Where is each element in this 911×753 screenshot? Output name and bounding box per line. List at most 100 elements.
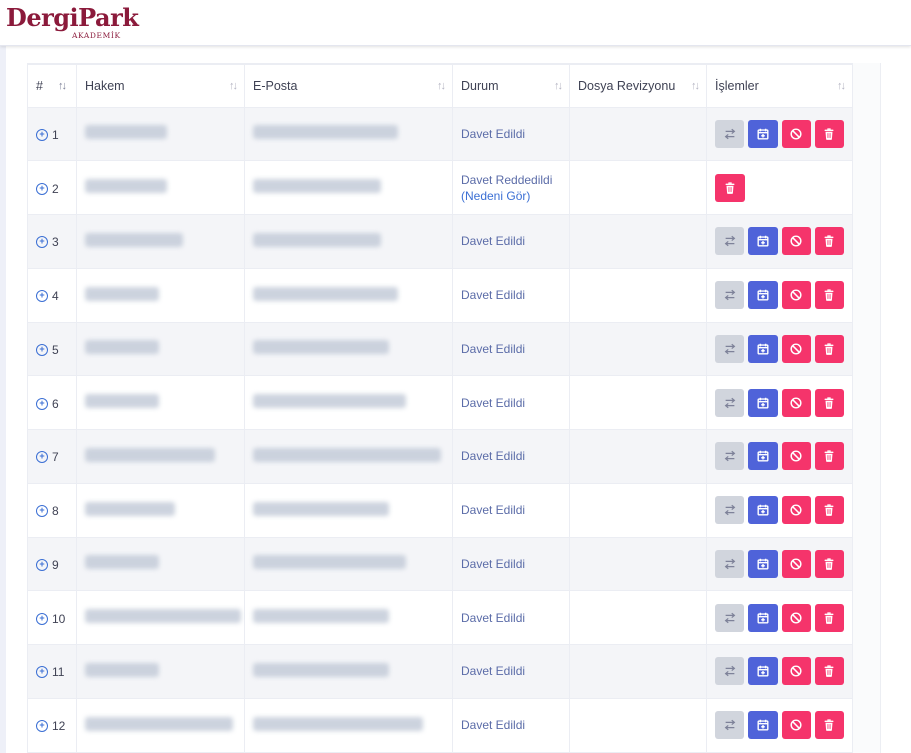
calendar-add-icon [756, 503, 770, 517]
trash-icon [822, 557, 836, 571]
reviewer-name-cell [76, 321, 245, 377]
cancel-invitation-button[interactable] [781, 227, 811, 256]
cancel-invitation-button[interactable] [781, 388, 811, 417]
sort-icon[interactable]: ↑↓ [554, 80, 563, 92]
see-reason-link[interactable]: (Nedeni Gör) [461, 188, 561, 204]
row-number: 9 [52, 557, 59, 572]
redacted-email [253, 555, 406, 570]
expand-row-icon[interactable]: + [36, 558, 48, 571]
row-num-cell: +1 [27, 106, 77, 162]
status-cell: Davet Edildi [452, 375, 570, 430]
actions-cell [706, 106, 853, 162]
cancel-invitation-button[interactable] [781, 334, 811, 363]
ban-icon [789, 449, 803, 463]
cancel-invitation-button[interactable] [781, 603, 811, 632]
extend-deadline-button[interactable] [748, 334, 778, 363]
header-num[interactable]: # ↑↓ [27, 63, 77, 108]
header-reviewer[interactable]: Hakem ↑↓ [76, 63, 245, 108]
delete-reviewer-button[interactable] [814, 657, 844, 686]
extend-deadline-button[interactable] [748, 442, 778, 471]
delete-reviewer-button[interactable] [814, 549, 844, 578]
swap-reviewer-button[interactable] [715, 388, 745, 417]
extend-deadline-button[interactable] [748, 657, 778, 686]
cancel-invitation-button[interactable] [781, 442, 811, 471]
expand-row-icon[interactable]: + [36, 451, 48, 464]
delete-reviewer-button[interactable] [715, 173, 745, 202]
dergipark-logo[interactable]: DergiPark AKADEMİK [6, 3, 139, 41]
sort-icon[interactable]: ↑↓ [691, 80, 700, 92]
delete-reviewer-button[interactable] [814, 496, 844, 525]
calendar-add-icon [756, 288, 770, 302]
extend-deadline-button[interactable] [748, 711, 778, 740]
expand-row-icon[interactable]: + [36, 182, 48, 195]
swap-reviewer-button[interactable] [715, 711, 745, 740]
cancel-invitation-button[interactable] [781, 281, 811, 310]
swap-reviewer-button[interactable] [715, 657, 745, 686]
header-actions-label: İşlemler [715, 78, 759, 93]
sort-icon[interactable]: ↑↓ [437, 80, 446, 92]
revision-cell [569, 375, 707, 430]
expand-row-icon[interactable]: + [36, 236, 48, 249]
cancel-invitation-button[interactable] [781, 657, 811, 686]
extend-deadline-button[interactable] [748, 603, 778, 632]
header-email[interactable]: E-Posta ↑↓ [244, 63, 453, 108]
swap-reviewer-button[interactable] [715, 334, 745, 363]
redacted-name [85, 609, 241, 624]
sort-icon[interactable]: ↑↓ [229, 80, 238, 92]
header-revision[interactable]: Dosya Revizyonu ↑↓ [569, 63, 707, 108]
extend-deadline-button[interactable] [748, 388, 778, 417]
redacted-email [253, 125, 398, 140]
expand-row-icon[interactable]: + [36, 612, 48, 625]
status-cell: Davet Edildi [452, 644, 570, 699]
cancel-invitation-button[interactable] [781, 549, 811, 578]
delete-reviewer-button[interactable] [814, 281, 844, 310]
expand-row-icon[interactable]: + [36, 666, 48, 679]
status-text: Davet Edildi [461, 556, 526, 571]
expand-row-icon[interactable]: + [36, 397, 48, 410]
swap-reviewer-button[interactable] [715, 281, 745, 310]
actions-cell [706, 214, 853, 269]
cancel-invitation-button[interactable] [781, 119, 811, 148]
row-actions [715, 603, 844, 632]
row-actions [715, 173, 844, 202]
table-row: +8 Davet Edildi [27, 482, 853, 538]
header-status[interactable]: Durum ↑↓ [452, 63, 570, 108]
swap-reviewer-button[interactable] [715, 442, 745, 471]
delete-reviewer-button[interactable] [814, 388, 844, 417]
expand-row-icon[interactable]: + [36, 720, 48, 733]
delete-reviewer-button[interactable] [814, 442, 844, 471]
delete-reviewer-button[interactable] [814, 711, 844, 740]
status-text: Davet Edildi [461, 503, 526, 518]
swap-reviewer-button[interactable] [715, 496, 745, 525]
extend-deadline-button[interactable] [748, 281, 778, 310]
swap-reviewer-button[interactable] [715, 227, 745, 256]
row-actions [715, 119, 844, 148]
delete-reviewer-button[interactable] [814, 119, 844, 148]
swap-reviewer-button[interactable] [715, 549, 745, 578]
swap-reviewer-button[interactable] [715, 119, 745, 148]
extend-deadline-button[interactable] [748, 549, 778, 578]
delete-reviewer-button[interactable] [814, 334, 844, 363]
logo-text: DergiPark [6, 3, 139, 32]
swap-reviewer-button[interactable] [715, 603, 745, 632]
extend-deadline-button[interactable] [748, 227, 778, 256]
trash-icon [822, 449, 836, 463]
expand-row-icon[interactable]: + [36, 290, 48, 303]
expand-row-icon[interactable]: + [36, 505, 48, 518]
redacted-name [85, 662, 159, 677]
expand-row-icon[interactable]: + [36, 343, 48, 356]
delete-reviewer-button[interactable] [814, 603, 844, 632]
row-actions [715, 711, 844, 740]
cancel-invitation-button[interactable] [781, 496, 811, 525]
trash-icon [822, 234, 836, 248]
expand-row-icon[interactable]: + [36, 128, 48, 141]
sort-asc-icon[interactable]: ↑↓ [58, 80, 67, 92]
extend-deadline-button[interactable] [748, 496, 778, 525]
sort-icon[interactable]: ↑↓ [837, 80, 846, 92]
reviewer-name-cell [76, 160, 245, 215]
redacted-email [253, 394, 406, 409]
extend-deadline-button[interactable] [748, 119, 778, 148]
header-actions[interactable]: İşlemler ↑↓ [706, 63, 853, 108]
cancel-invitation-button[interactable] [781, 711, 811, 740]
delete-reviewer-button[interactable] [814, 227, 844, 256]
